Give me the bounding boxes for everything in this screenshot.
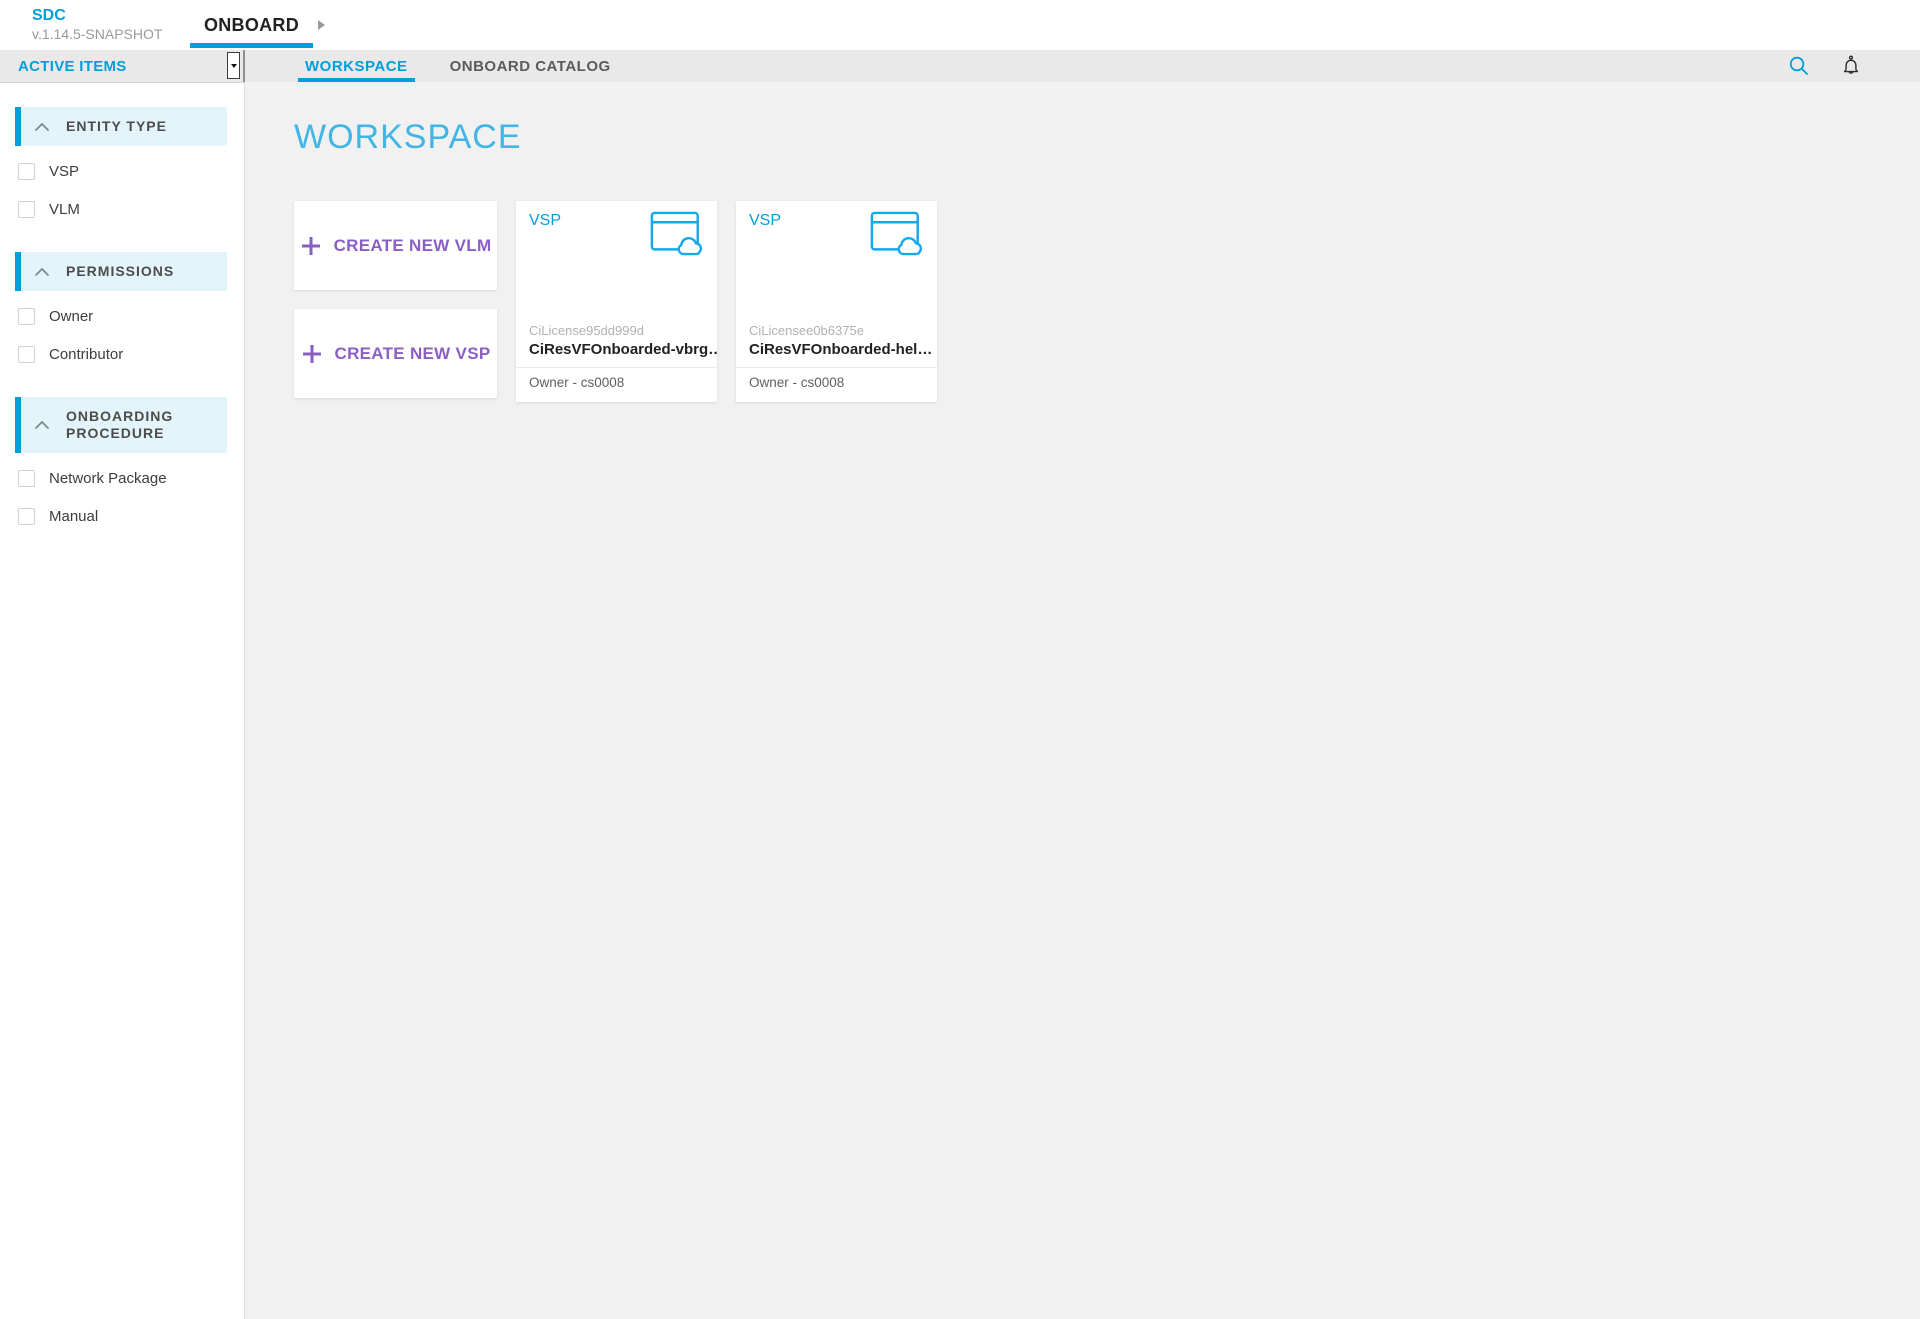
- tab-workspace[interactable]: WORKSPACE: [284, 50, 429, 82]
- filter-item-label: Manual: [49, 508, 98, 525]
- filter-sidebar: ENTITY TYPE VSP VLM PERMISSIONS Ow: [0, 82, 245, 1319]
- filter-section-title: ENTITY TYPE: [66, 118, 167, 135]
- search-icon[interactable]: [1788, 55, 1810, 77]
- card-vendor-name: CiLicense95dd999d: [516, 323, 717, 338]
- owner-checkbox[interactable]: [18, 308, 35, 325]
- filter-section-title: ONBOARDING PROCEDURE: [66, 408, 221, 442]
- active-items-dropdown[interactable]: ACTIVE ITEMS: [0, 50, 245, 82]
- create-button-label: CREATE NEW VSP: [335, 344, 491, 364]
- filter-item-label: Contributor: [49, 346, 123, 363]
- vlm-checkbox[interactable]: [18, 201, 35, 218]
- filter-section-title: PERMISSIONS: [66, 263, 174, 280]
- create-button-label: CREATE NEW VLM: [334, 236, 492, 256]
- card-item-name: CiResVFOnboarded-vbrg…: [516, 341, 717, 358]
- card-type-label: VSP: [749, 212, 781, 229]
- filter-item-label: Owner: [49, 308, 93, 325]
- logo-title: SDC: [32, 6, 162, 26]
- filter-item-contributor[interactable]: Contributor: [0, 335, 244, 373]
- dropdown-arrow-icon[interactable]: [227, 52, 240, 79]
- filter-section-entity-type[interactable]: ENTITY TYPE: [15, 107, 227, 146]
- secondary-nav-bar: ACTIVE ITEMS WORKSPACE ONBOARD CATALOG: [0, 50, 1920, 82]
- filter-item-label: VSP: [49, 163, 79, 180]
- filter-section-permissions[interactable]: PERMISSIONS: [15, 252, 227, 291]
- manual-checkbox[interactable]: [18, 508, 35, 525]
- software-product-cloud-icon: [870, 210, 928, 257]
- active-items-dropdown-value: ACTIVE ITEMS: [0, 58, 127, 75]
- card-type-label: VSP: [529, 212, 561, 229]
- vsp-checkbox[interactable]: [18, 163, 35, 180]
- vsp-card[interactable]: VSP CiLicensee0b6375e CiResVFOnboarded-h…: [736, 201, 937, 402]
- filter-item-owner[interactable]: Owner: [0, 297, 244, 335]
- chevron-up-icon: [34, 267, 50, 277]
- plus-icon: [301, 343, 323, 365]
- sdc-logo[interactable]: SDC v.1.14.5-SNAPSHOT: [32, 6, 162, 44]
- filter-item-label: VLM: [49, 201, 80, 218]
- contributor-checkbox[interactable]: [18, 346, 35, 363]
- create-new-vlm-button[interactable]: CREATE NEW VLM: [294, 201, 497, 290]
- filter-section-onboarding-procedure[interactable]: ONBOARDING PROCEDURE: [15, 397, 227, 453]
- chevron-up-icon: [34, 420, 50, 430]
- plus-icon: [300, 235, 322, 257]
- network-package-checkbox[interactable]: [18, 470, 35, 487]
- logo-version: v.1.14.5-SNAPSHOT: [32, 26, 162, 44]
- create-new-vsp-button[interactable]: CREATE NEW VSP: [294, 309, 497, 398]
- workspace-catalog: CREATE NEW VLM CREATE NEW VSP VSP: [294, 201, 1920, 402]
- tab-onboard-active-underline: [190, 43, 313, 48]
- tab-onboard-catalog[interactable]: ONBOARD CATALOG: [429, 50, 632, 82]
- page-title: WORKSPACE: [294, 118, 1920, 157]
- card-vendor-name: CiLicensee0b6375e: [736, 323, 937, 338]
- workspace-main-area: WORKSPACE CREATE NEW VLM: [245, 82, 1920, 1319]
- software-product-cloud-icon: [650, 210, 708, 257]
- filter-item-vsp[interactable]: VSP: [0, 152, 244, 190]
- chevron-up-icon: [34, 122, 50, 132]
- top-header-bar: SDC v.1.14.5-SNAPSHOT ONBOARD: [0, 0, 1920, 50]
- filter-item-vlm[interactable]: VLM: [0, 190, 244, 228]
- subnav-tabs: WORKSPACE ONBOARD CATALOG: [245, 50, 1920, 82]
- filter-item-network-package[interactable]: Network Package: [0, 459, 244, 497]
- vsp-card[interactable]: VSP CiLicense95dd999d CiResVFOnboarded-v…: [516, 201, 717, 402]
- card-item-name: CiResVFOnboarded-hel…: [736, 341, 937, 358]
- filter-item-manual[interactable]: Manual: [0, 497, 244, 535]
- nav-expand-arrow-icon[interactable]: [318, 20, 325, 30]
- filter-item-label: Network Package: [49, 470, 167, 487]
- notifications-bell-icon[interactable]: [1839, 54, 1863, 78]
- card-owner: Owner - cs0008: [516, 368, 717, 402]
- card-owner: Owner - cs0008: [736, 368, 937, 402]
